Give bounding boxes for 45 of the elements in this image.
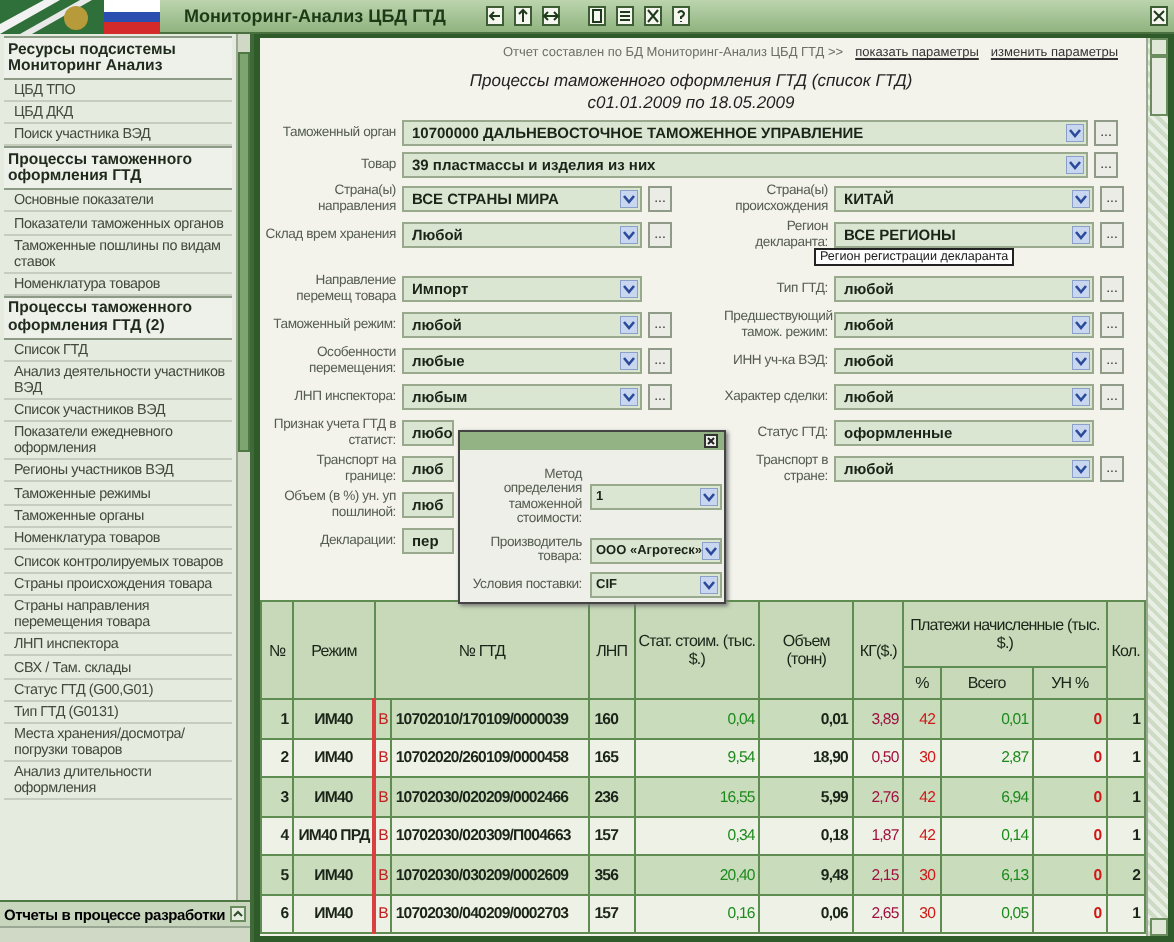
report-period: c01.01.2009 по 18.05.2009 bbox=[585, 92, 797, 114]
column-header: Стат. стоим. (тыс. $.) bbox=[634, 601, 760, 699]
chevron-down-icon bbox=[1072, 190, 1090, 208]
column-header: Всего bbox=[940, 667, 1034, 699]
scrollbar[interactable] bbox=[1146, 38, 1168, 936]
arrow-up-icon[interactable] bbox=[513, 6, 532, 26]
column-header: УН % bbox=[1033, 667, 1107, 699]
chevron-down-icon bbox=[1072, 226, 1090, 244]
chevron-down-icon bbox=[1072, 388, 1090, 406]
arrows-horizontal-icon[interactable] bbox=[541, 6, 560, 26]
help-icon[interactable] bbox=[671, 6, 690, 26]
chevron-down-icon bbox=[1072, 424, 1090, 442]
chevron-down-icon bbox=[620, 226, 638, 244]
column-header: № bbox=[261, 601, 294, 699]
column-header: Объем (тонн) bbox=[759, 601, 853, 699]
column-header: № ГТД bbox=[374, 601, 590, 699]
chevron-down-icon bbox=[1066, 124, 1084, 142]
scrollbar[interactable] bbox=[0, 926, 250, 942]
report-title: Процессы таможенного оформления ГТД (список ГТД) bbox=[467, 70, 915, 92]
window-title: Мониторинг-Анализ ЦБД ГТД bbox=[184, 6, 446, 26]
chevron-down-icon bbox=[1066, 156, 1084, 174]
chevron-down-icon bbox=[1072, 352, 1090, 370]
scrollbar[interactable] bbox=[236, 34, 250, 900]
column-header: Платежи начисленные (тыс. $.) bbox=[903, 601, 1107, 667]
column-header: ЛНП bbox=[589, 601, 635, 699]
chevron-down-icon bbox=[700, 576, 718, 595]
chevron-down-icon bbox=[1072, 316, 1090, 334]
list-icon[interactable] bbox=[615, 6, 634, 26]
close-icon[interactable] bbox=[1150, 6, 1168, 26]
arrow-left-icon[interactable] bbox=[485, 6, 504, 26]
column-header: Кол. bbox=[1106, 601, 1145, 699]
chevron-down-icon bbox=[620, 316, 638, 334]
chevron-down-icon bbox=[701, 541, 720, 560]
chevron-down-icon bbox=[620, 352, 638, 370]
chevron-down-icon bbox=[1072, 460, 1090, 478]
column-header: КГ($.) bbox=[852, 601, 904, 699]
chevron-down-icon bbox=[620, 190, 638, 208]
close-icon[interactable] bbox=[704, 434, 718, 448]
column-header: Режим bbox=[293, 601, 375, 699]
chevron-down-icon bbox=[1072, 280, 1090, 298]
chevron-down-icon bbox=[620, 280, 638, 298]
arrow-up-icon[interactable] bbox=[230, 906, 246, 922]
chevron-down-icon bbox=[620, 388, 638, 406]
document-icon[interactable] bbox=[587, 6, 606, 26]
chevron-down-icon bbox=[700, 488, 718, 507]
